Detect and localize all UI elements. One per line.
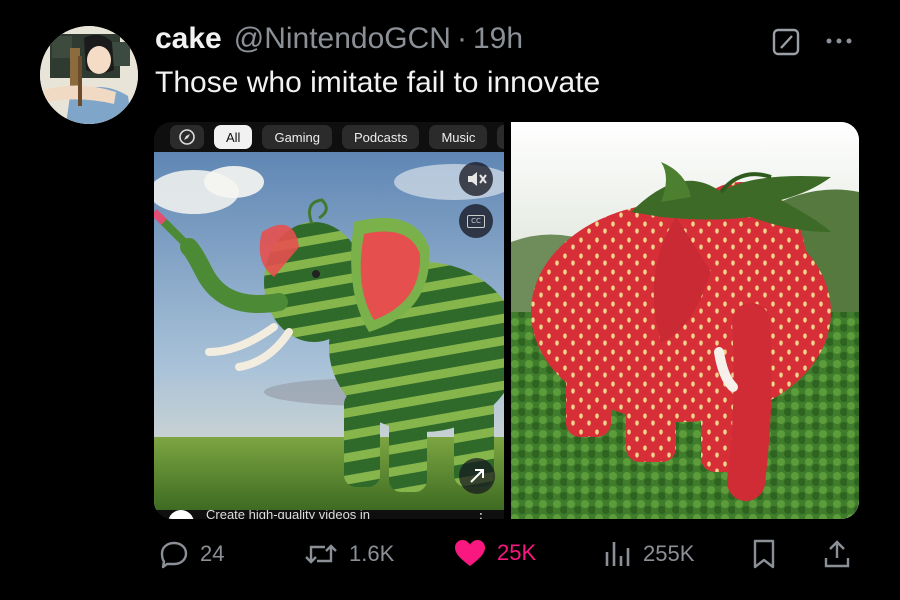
post-timestamp[interactable]: 19h xyxy=(473,22,523,56)
category-chips: All Gaming Podcasts Music T xyxy=(154,122,504,152)
view-count: 255K xyxy=(643,541,695,566)
chip-gaming[interactable]: Gaming xyxy=(262,125,332,149)
separator-dot: · xyxy=(456,22,467,55)
bookmark-icon xyxy=(753,539,775,569)
chip-music[interactable]: Music xyxy=(429,125,488,149)
bookmark-button[interactable] xyxy=(750,538,778,570)
compass-icon xyxy=(179,129,195,145)
share-button[interactable] xyxy=(822,538,852,570)
views-button[interactable]: 255K xyxy=(603,538,694,570)
video-footer: Create high-quality videos in ⋮ xyxy=(154,510,504,519)
user-handle[interactable]: @NintendoGCN xyxy=(234,22,451,56)
chip-podcasts[interactable]: Podcasts xyxy=(341,125,420,149)
channel-avatar[interactable] xyxy=(168,510,194,519)
share-icon xyxy=(824,540,850,568)
display-name[interactable]: cake xyxy=(155,22,222,56)
repost-count: 1.6K xyxy=(349,541,395,566)
repost-button[interactable]: 1.6K xyxy=(303,538,394,570)
repost-icon xyxy=(305,544,337,564)
closed-captions-button[interactable]: CC xyxy=(459,204,493,238)
explore-chip[interactable] xyxy=(170,125,204,149)
reply-icon xyxy=(160,541,188,569)
avatar[interactable] xyxy=(40,26,138,124)
action-bar: 24 1.6K 25K 255K xyxy=(0,530,900,580)
media-left[interactable]: All Gaming Podcasts Music T xyxy=(154,122,504,519)
like-count: 25K xyxy=(497,540,537,565)
post-text: Those who imitate fail to innovate xyxy=(155,66,601,99)
mute-button[interactable] xyxy=(459,162,493,196)
chip-truncated[interactable]: T xyxy=(497,125,504,149)
reply-button[interactable]: 24 xyxy=(158,538,224,570)
media-right[interactable] xyxy=(511,122,859,519)
mute-icon xyxy=(468,172,487,186)
more-vertical-icon[interactable]: ⋮ xyxy=(474,510,488,519)
chip-all[interactable]: All xyxy=(214,125,253,149)
strawberry-elephant-image xyxy=(511,122,859,519)
avatar-image xyxy=(40,26,138,124)
post-header: cake @NintendoGCN · 19h xyxy=(155,22,523,56)
like-button[interactable]: 25K xyxy=(453,538,536,568)
reply-count: 24 xyxy=(200,541,225,566)
heart-icon xyxy=(455,540,485,566)
expand-button[interactable] xyxy=(459,458,495,494)
closed-captions-icon: CC xyxy=(467,214,485,228)
more-horizontal-icon[interactable] xyxy=(822,32,856,50)
views-icon xyxy=(605,542,630,566)
grok-icon[interactable] xyxy=(772,28,800,56)
watermelon-elephant-image xyxy=(154,152,504,510)
expand-icon xyxy=(470,469,484,483)
video-title[interactable]: Create high-quality videos in xyxy=(206,510,370,519)
